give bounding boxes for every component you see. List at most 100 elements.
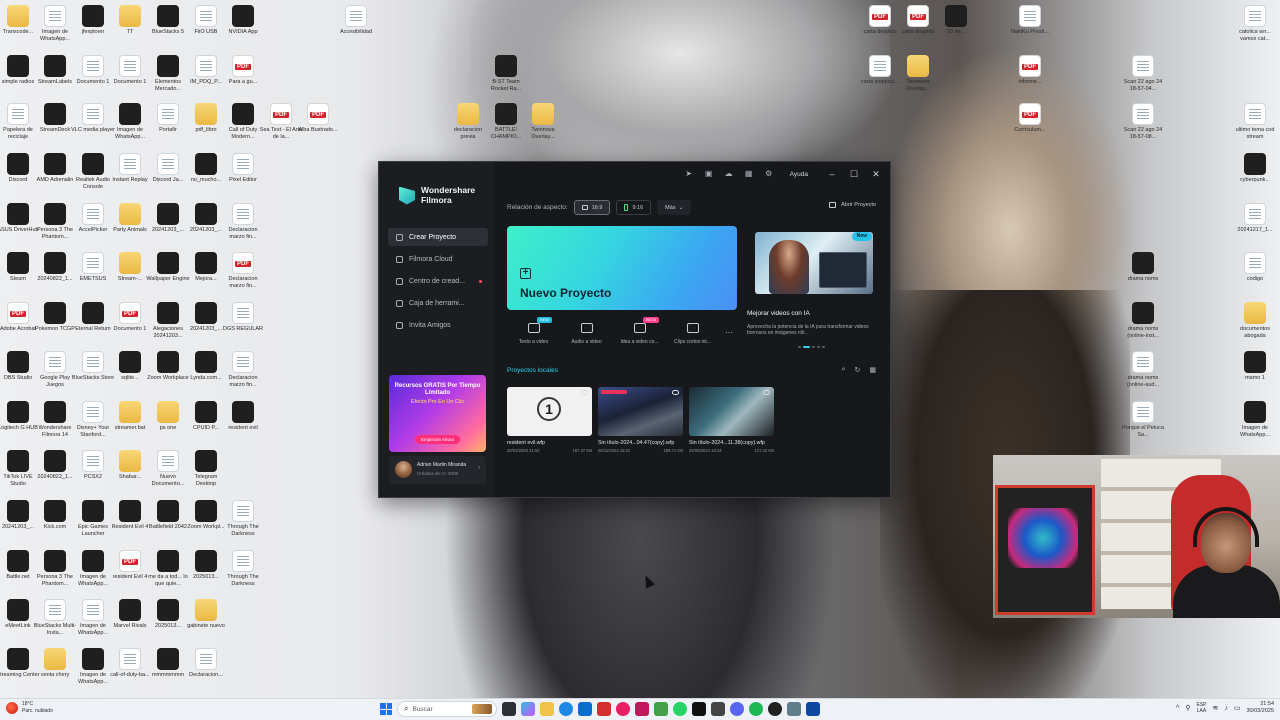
sidebar-item-centro-creadores[interactable]: Centro de cread... [388,272,488,290]
desktop-icon[interactable]: call-of-duty-ba... [110,648,150,685]
desktop-icon[interactable]: BlueStacks Multi-Insta... [34,599,76,636]
desktop-icon[interactable]: 20241217_1... [1235,203,1275,240]
desktop-icon[interactable]: Instant Replay [110,153,150,190]
desktop-icon[interactable]: jfexplorer [73,5,113,42]
project-item[interactable]: Sin título-2024...04.47(copy).wfp 05/11/… [598,387,683,453]
sidebar-item-filmora-cloud[interactable]: Filmora Cloud [388,250,488,268]
more-ratios-dropdown[interactable]: Más ⌄ [657,200,692,215]
desktop-icon[interactable]: Twinnova Overlay... [898,55,938,92]
desktop-icon[interactable]: informe... [1010,55,1050,92]
more-tools-icon[interactable]: ⋯ [725,328,733,337]
desktop-icon[interactable]: drama noms [1123,252,1163,289]
ratio-16-9-button[interactable]: 16:9 [573,200,611,215]
desktop-icon[interactable]: BATTLE! CHAMPIO... [486,103,526,140]
desktop-icon[interactable]: carta despido [860,5,900,42]
desktop-icon[interactable]: Resident Evil 4 [110,500,150,537]
desktop-icon[interactable]: Accesibilidad [336,5,376,42]
app-gray-icon[interactable] [711,702,725,716]
desktop-icon[interactable]: StreamLabels [35,55,75,92]
desktop-icon[interactable]: Alba Bustrado... [298,103,338,140]
desktop-icon[interactable]: Call of Duty Modern... [223,103,263,140]
desktop-icon[interactable]: ps one [148,401,188,438]
windows-start-icon[interactable] [380,703,392,715]
desktop-icon[interactable]: Mejora... [186,252,226,289]
desktop-icon[interactable]: Shabar... [110,450,150,487]
desktop-icon[interactable]: 2025013... [148,599,188,636]
desktop-icon[interactable]: Kick.com [35,500,75,537]
close-icon[interactable]: ✕ [870,169,882,180]
chevron-up-icon[interactable]: ^ [1176,705,1179,712]
desktop-icon[interactable]: Imagen de WhatsApp... [73,550,113,587]
desktop-icon[interactable]: Eternal Return [73,302,113,339]
desktop-icon[interactable]: Pixel Editor [223,153,263,190]
filmora-taskbar-icon[interactable] [806,702,820,716]
desktop-icon[interactable]: Nuevo Documento... [148,450,188,487]
desktop-icon[interactable]: Zoom Workplace [147,351,189,388]
desktop-icon[interactable]: Epic Games Launcher [73,500,113,537]
desktop-icon[interactable]: AccelPicker [73,203,113,240]
desktop-icon[interactable]: Scan 22 ago 24 18-57-04... [1123,55,1163,92]
desktop-icon[interactable]: Scan 22 ago 24 18-57-08... [1123,103,1163,140]
weather-widget[interactable]: 18°C Parc. nublado [6,701,53,714]
desktop-icon[interactable]: Google Play Juegos [35,351,75,388]
desktop-icon[interactable]: DGS REGULAR [223,302,263,339]
desktop-icon[interactable]: Para a gu... [223,55,263,92]
desktop-icon[interactable]: Documento 1 [73,55,113,92]
desktop-icon[interactable]: Imagen de WhatsApp... [35,5,75,42]
desktop-icon[interactable]: catolica wn... vamos cat... [1235,5,1275,42]
desktop-icon[interactable]: Twinnova Overlay... [523,103,563,140]
desktop-icon[interactable]: 20240822_1... [35,450,75,487]
desktop-icon[interactable]: Curriculum... [1010,103,1050,140]
file-explorer-icon[interactable] [540,702,554,716]
minimize-icon[interactable]: – [826,169,838,179]
desktop-icon[interactable]: Stream-... [110,252,150,289]
discord-icon[interactable] [730,702,744,716]
desktop-icon[interactable]: gabinete nuevo [186,599,226,636]
app-red-icon[interactable] [597,702,611,716]
spotify-icon[interactable] [749,702,763,716]
desktop-icon[interactable]: Through The Darkness [223,500,263,537]
desktop-icon[interactable]: Realtek Audio Console [73,153,113,190]
sidebar-item-invita-amigos[interactable]: Invita Amigos [388,316,488,334]
desktop-icon[interactable]: 2025013... [186,550,226,587]
feature-carousel[interactable]: New Mejorar videos con IA Aprovecha la p… [743,226,878,352]
sidebar-item-crear-proyecto[interactable]: Crear Proyecto [388,228,488,246]
desktop-icon[interactable]: Declaracion marzo fin... [223,203,263,240]
desktop-icon[interactable]: Imagen de WhatsApp... [110,103,150,140]
desktop-icon[interactable]: EMETSUS [73,252,113,289]
desktop-icon[interactable]: StreamDeck [35,103,75,140]
xbox-icon[interactable] [654,702,668,716]
desktop-icon[interactable]: pdf_libro [186,103,226,140]
desktop-icon[interactable]: Imagen de WhatsApp... [73,648,113,685]
desktop-icon[interactable]: Imagen de WhatsApp... [73,599,113,636]
search-icon[interactable]: ⌕ [842,366,846,374]
project-item[interactable]: 1 resident evil.wfp 30/03/2025 21:52 187… [507,387,592,453]
edge-icon[interactable] [559,702,573,716]
desktop-icon[interactable]: Wondershare Filmora 14 [35,401,75,438]
send-icon[interactable]: ➤ [684,169,694,179]
desktop-icon[interactable]: VLC media player [71,103,115,140]
desktop-icon[interactable]: PCSX2 [73,450,113,487]
desktop-icon[interactable]: streamer.bat [110,401,150,438]
promo-banner[interactable]: Recursos GRATIS Por Tiempo Limitado Efec… [389,375,486,452]
settings-icon[interactable] [787,702,801,716]
desktop-icon[interactable]: BlueStacks 5 [148,5,188,42]
desktop-icon[interactable]: B-ST Team Rocket Ra... [486,55,526,92]
carousel-dots[interactable] [798,346,825,348]
maximize-icon[interactable]: ☐ [848,169,860,180]
location-icon[interactable]: ⚲ [1185,704,1190,712]
desktop-icon[interactable]: Persona 3 The Phantom... [35,550,75,587]
desktop-icon[interactable]: Imagen de WhatsApp... [1235,401,1275,438]
desktop-icon[interactable]: 20241203_... [148,203,188,240]
tool-idea-a-video[interactable]: BETA Idea a video co... [613,317,666,353]
instagram-icon[interactable] [635,702,649,716]
copilot-icon[interactable] [521,702,535,716]
desktop-icon[interactable]: Battlefield 2042 [148,500,188,537]
store-icon[interactable] [578,702,592,716]
promo-button[interactable]: Empiezan Ahora [415,435,460,444]
project-item[interactable]: Sin título-2024...11.38(copy).wfp 25/09/… [689,387,774,453]
desktop-icon[interactable]: Lynda.com... [186,351,226,388]
tool-audio-a-video[interactable]: Audio a video [560,317,613,353]
desktop-icon[interactable]: IM_PDQ_P... [186,55,226,92]
desktop-icon[interactable]: resident evil [223,401,263,438]
